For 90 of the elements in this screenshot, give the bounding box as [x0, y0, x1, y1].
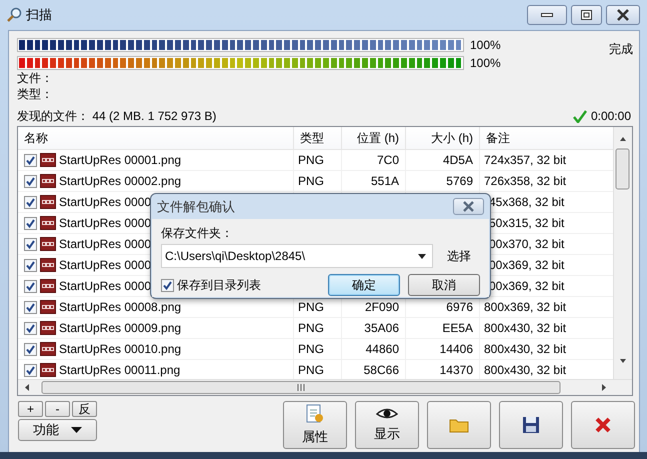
file-name: StartUpRes 0000 [59, 194, 152, 211]
file-name: StartUpRes 00011.png [59, 362, 180, 379]
close-icon [462, 201, 475, 212]
column-header[interactable]: 位置 (h) [342, 127, 406, 149]
table-cell: 35A06 [342, 318, 406, 338]
file-name: StartUpRes 0000 [59, 236, 152, 253]
file-name: StartUpRes 00009.png [59, 320, 182, 337]
dialog-title: 文件解包确认 [157, 198, 235, 216]
image-file-icon [40, 279, 56, 293]
image-file-icon [40, 321, 56, 335]
checkbox[interactable] [24, 322, 37, 334]
default-button[interactable]: 确定 [328, 274, 400, 296]
file-name: StartUpRes 00010.png [59, 341, 182, 358]
close-icon [594, 416, 612, 434]
minimize-button[interactable] [527, 5, 567, 25]
folder-combo-box[interactable]: C:\Users\qi\Desktop\2845\ [161, 244, 433, 268]
window-title: 扫描 [26, 6, 53, 24]
checkbox[interactable] [24, 300, 37, 314]
checkbox[interactable] [24, 216, 37, 230]
maximize-icon [581, 10, 592, 20]
table-cell: PNG [294, 171, 342, 191]
checkbox[interactable] [24, 196, 37, 208]
column-header[interactable]: 类型 [294, 127, 342, 149]
found-files-text: 发现的文件： 44 (2 MB. 1 752 973 B) [17, 108, 218, 124]
table-cell: 4D5A [406, 150, 480, 170]
image-file-icon [40, 153, 56, 167]
table-cell: 551A [342, 171, 406, 191]
horizontal-scrollbar[interactable] [18, 379, 632, 395]
file-name: StartUpRes 00001.png [59, 152, 182, 169]
small-button[interactable]: 反 [72, 401, 97, 417]
maximize-button[interactable] [571, 5, 602, 25]
folder-icon [449, 417, 469, 433]
close-button[interactable] [453, 198, 484, 215]
small-button[interactable]: + [18, 401, 43, 417]
close-icon [616, 9, 630, 21]
action-button[interactable]: 属性 [283, 401, 347, 449]
small-button[interactable]: - [45, 401, 70, 417]
image-file-icon [40, 174, 56, 188]
action-button[interactable] [499, 401, 563, 449]
table-cell: 14406 [406, 339, 480, 359]
image-file-icon [40, 258, 56, 272]
action-button[interactable] [571, 401, 635, 449]
type-label: 类型： [16, 86, 54, 102]
image-file-icon [40, 195, 56, 209]
table-cell: 5769 [406, 171, 480, 191]
checkbox[interactable] [24, 238, 37, 250]
table-cell: PNG [294, 318, 342, 338]
minimize-icon [541, 13, 553, 17]
field-label: 保存文件夹： [161, 225, 234, 242]
table-cell: PNG [294, 150, 342, 170]
checkbox[interactable] [24, 258, 37, 272]
close-button[interactable] [606, 5, 640, 25]
image-file-icon [40, 342, 56, 356]
dropdown-arrow-icon [418, 254, 426, 258]
column-header[interactable]: 名称 [18, 127, 294, 149]
checkbox[interactable] [161, 278, 174, 292]
table-cell: 44860 [342, 339, 406, 359]
checkbox-label: 保存到目录列表 [177, 276, 261, 294]
file-name: StartUpRes 00008.png [59, 299, 182, 316]
browse-link[interactable]: 选择 [447, 248, 471, 264]
elapsed-time: 0:00:00 [590, 108, 631, 124]
file-name: StartUpRes 00002.png [59, 173, 182, 190]
image-file-icon [40, 363, 56, 377]
vertical-scrollbar[interactable] [613, 127, 632, 380]
checkbox[interactable] [24, 364, 37, 376]
column-header[interactable]: 大小 (h) [406, 127, 480, 149]
dialog-button[interactable]: 取消 [408, 274, 480, 296]
progress-percent: 100% [470, 38, 502, 52]
checkbox[interactable] [24, 174, 37, 188]
file-name: StartUpRes 0000 [59, 257, 152, 274]
image-file-icon [40, 216, 56, 230]
eye-icon [376, 407, 398, 421]
status-text: 完成 [609, 41, 633, 58]
checkbox[interactable] [24, 154, 37, 166]
function-menu-button[interactable]: 功能 [18, 419, 97, 441]
file-name: StartUpRes 0000 [59, 278, 152, 295]
checkmark-icon [572, 110, 587, 122]
caret-icon [71, 427, 82, 433]
file-label: 文件： [16, 70, 54, 86]
table-cell: PNG [294, 339, 342, 359]
action-button[interactable]: 显示 [355, 401, 419, 449]
image-file-icon [40, 237, 56, 251]
magnifier-icon [6, 7, 22, 23]
table-cell: EE5A [406, 318, 480, 338]
table-cell: 7C0 [342, 150, 406, 170]
progress-percent: 100% [470, 56, 502, 70]
checkbox[interactable] [24, 280, 37, 292]
image-file-icon [40, 300, 56, 314]
file-name: StartUpRes 0000 [59, 215, 152, 232]
checkbox[interactable] [24, 342, 37, 356]
